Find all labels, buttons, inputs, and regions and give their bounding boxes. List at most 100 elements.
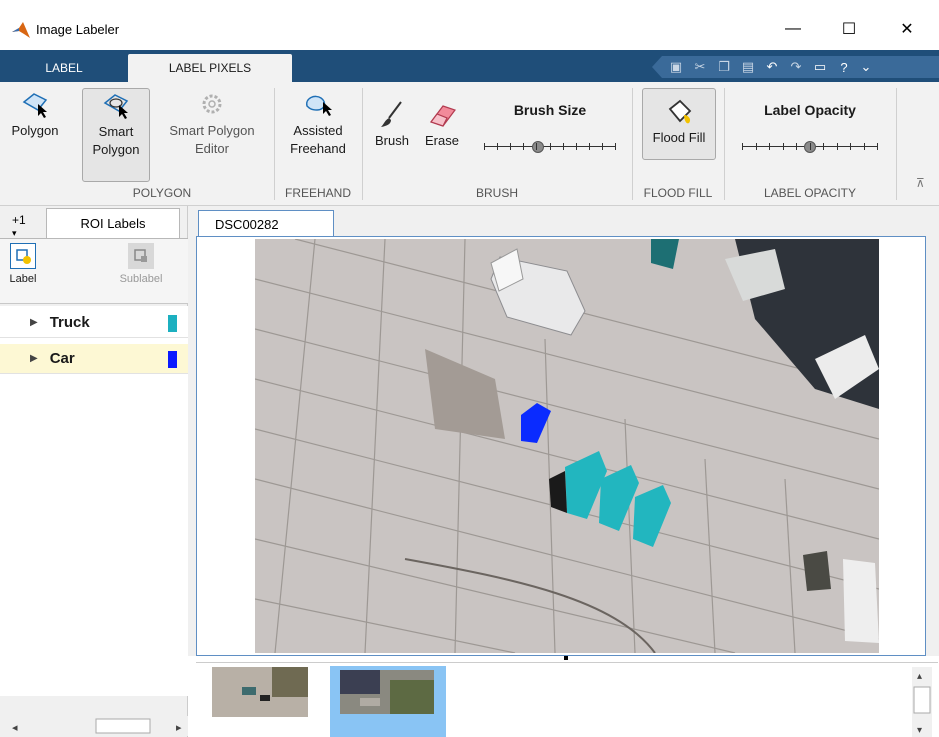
smart-polygon-button[interactable]: Smart Polygon bbox=[82, 88, 150, 182]
help-icon[interactable]: ? bbox=[836, 59, 852, 75]
label-row-car[interactable]: ▶ Car bbox=[0, 344, 188, 374]
add-label-icon bbox=[10, 243, 36, 269]
smart-polygon-editor-button[interactable]: Smart Polygon Editor bbox=[158, 90, 266, 158]
slider-tick bbox=[850, 143, 851, 150]
label-opacity-slider[interactable] bbox=[742, 140, 878, 154]
redo-icon[interactable]: ↷ bbox=[788, 59, 804, 75]
slider-tick bbox=[796, 143, 797, 150]
vertical-scrollbar[interactable]: ▴ ▾ bbox=[912, 667, 932, 737]
polygon-button[interactable]: Polygon bbox=[6, 90, 64, 140]
assisted-freehand-button[interactable]: Assisted Freehand bbox=[280, 90, 356, 158]
group-title-label-opacity: LABEL OPACITY bbox=[763, 186, 857, 200]
slider-tick bbox=[589, 143, 590, 150]
polygon-icon bbox=[22, 93, 48, 118]
label-row-truck[interactable]: ▶ Truck bbox=[0, 308, 188, 338]
brush-icon bbox=[381, 101, 402, 127]
separator bbox=[724, 88, 725, 200]
label-color-swatch bbox=[168, 315, 177, 332]
separator bbox=[362, 88, 363, 200]
slider-tick bbox=[837, 143, 838, 150]
slider-tick bbox=[864, 143, 865, 150]
slider-tick bbox=[615, 143, 616, 150]
erase-button[interactable]: Erase bbox=[418, 100, 466, 150]
collapse-ribbon-icon[interactable]: ⊼ bbox=[916, 176, 925, 190]
roi-labels-panel: +1 ▾ ROI Labels Label Sublabel ▶ Truck ▶ … bbox=[0, 206, 188, 737]
slider-tick bbox=[484, 143, 485, 150]
slider-tick bbox=[769, 143, 770, 150]
undo-icon[interactable]: ↶ bbox=[764, 59, 780, 75]
slider-tick bbox=[523, 143, 524, 150]
close-button[interactable]: ✕ bbox=[884, 14, 930, 44]
slider-tick bbox=[783, 143, 784, 150]
expand-caret-icon[interactable]: ▶ bbox=[30, 353, 38, 364]
svg-text:▴: ▴ bbox=[917, 671, 922, 682]
slider-tick bbox=[550, 143, 551, 150]
freehand-icon bbox=[306, 95, 332, 116]
add-sublabel-button[interactable]: Sublabel bbox=[110, 243, 172, 285]
label-list: ▶ Truck ▶ Car bbox=[0, 306, 188, 696]
add-sublabel-icon bbox=[128, 243, 154, 269]
cut-icon[interactable]: ✂ bbox=[692, 59, 708, 75]
image-canvas-frame[interactable] bbox=[196, 236, 926, 656]
group-title-flood-fill: FLOOD FILL bbox=[643, 186, 713, 200]
slider-thumb[interactable] bbox=[532, 141, 544, 153]
separator bbox=[896, 88, 897, 200]
image-panel: DSC00282 bbox=[188, 206, 939, 660]
ribbon: Polygon Smart Polygon Smart Polygon Edit… bbox=[0, 82, 939, 206]
more-tabs-button[interactable]: +1 ▾ bbox=[12, 214, 26, 239]
slider-tick bbox=[576, 143, 577, 150]
tab-dsc00282[interactable]: DSC00282 bbox=[198, 210, 334, 238]
separator bbox=[274, 88, 275, 200]
slider-tick bbox=[877, 143, 878, 150]
quick-access-toolbar: ▣ ✂ ❐ ▤ ↶ ↷ ▭ ? ⌄ bbox=[652, 56, 939, 78]
group-title-freehand: FREEHAND bbox=[284, 186, 351, 200]
copy-icon[interactable]: ❐ bbox=[716, 59, 732, 75]
smart-polygon-icon bbox=[103, 94, 129, 119]
brush-size-label: Brush Size bbox=[513, 102, 587, 118]
slider-tick bbox=[756, 143, 757, 150]
paste-icon[interactable]: ▤ bbox=[740, 59, 756, 75]
save-icon[interactable]: ▣ bbox=[668, 59, 684, 75]
svg-text:▸: ▸ bbox=[176, 721, 182, 734]
left-panel-tabs: +1 ▾ ROI Labels bbox=[0, 206, 188, 238]
maximize-button[interactable]: ☐ bbox=[826, 14, 872, 44]
aerial-image[interactable] bbox=[255, 239, 879, 653]
minimize-button[interactable]: — bbox=[770, 14, 816, 44]
slider-tick bbox=[823, 143, 824, 150]
slider-tick bbox=[602, 143, 603, 150]
separator bbox=[632, 88, 633, 200]
chevron-down-icon[interactable]: ⌄ bbox=[858, 59, 874, 75]
horizontal-scrollbar[interactable]: ◂ ▸ bbox=[8, 716, 188, 736]
svg-text:▾: ▾ bbox=[917, 725, 922, 736]
window-title: Image Labeler bbox=[36, 22, 120, 37]
group-title-polygon: POLYGON bbox=[132, 186, 192, 200]
ribbon-tabstrip: LABEL LABEL PIXELS ▣ ✂ ❐ ▤ ↶ ↷ ▭ ? ⌄ bbox=[0, 50, 939, 82]
thumbnail-1[interactable] bbox=[212, 667, 308, 717]
paint-bucket-icon bbox=[668, 99, 692, 124]
tab-label-pixels[interactable]: LABEL PIXELS bbox=[128, 54, 292, 82]
brush-button[interactable]: Brush bbox=[368, 100, 416, 150]
tab-roi-labels[interactable]: ROI Labels bbox=[46, 208, 180, 238]
slider-tick bbox=[810, 143, 811, 150]
expand-caret-icon[interactable]: ▶ bbox=[30, 317, 38, 328]
label-toolbar: Label Sublabel bbox=[0, 238, 188, 304]
group-title-brush: BRUSH bbox=[475, 186, 518, 200]
svg-text:◂: ◂ bbox=[12, 721, 18, 734]
splitter-handle[interactable] bbox=[564, 656, 568, 660]
slider-tick bbox=[510, 143, 511, 150]
eraser-icon bbox=[430, 105, 456, 127]
slider-tick bbox=[497, 143, 498, 150]
label-opacity-label: Label Opacity bbox=[764, 102, 856, 118]
matlab-logo-icon bbox=[12, 22, 30, 38]
gear-icon bbox=[202, 94, 222, 114]
slider-tick bbox=[742, 143, 743, 150]
slider-tick bbox=[563, 143, 564, 150]
window-layout-icon[interactable]: ▭ bbox=[812, 59, 828, 75]
thumbnail-2[interactable] bbox=[340, 667, 434, 717]
brush-size-slider[interactable] bbox=[484, 140, 616, 154]
add-label-button[interactable]: Label bbox=[8, 243, 38, 285]
label-color-swatch bbox=[168, 351, 177, 368]
flood-fill-button[interactable]: Flood Fill bbox=[642, 88, 716, 160]
title-bar: Image Labeler — ☐ ✕ bbox=[0, 0, 939, 48]
tab-label[interactable]: LABEL bbox=[0, 54, 128, 82]
